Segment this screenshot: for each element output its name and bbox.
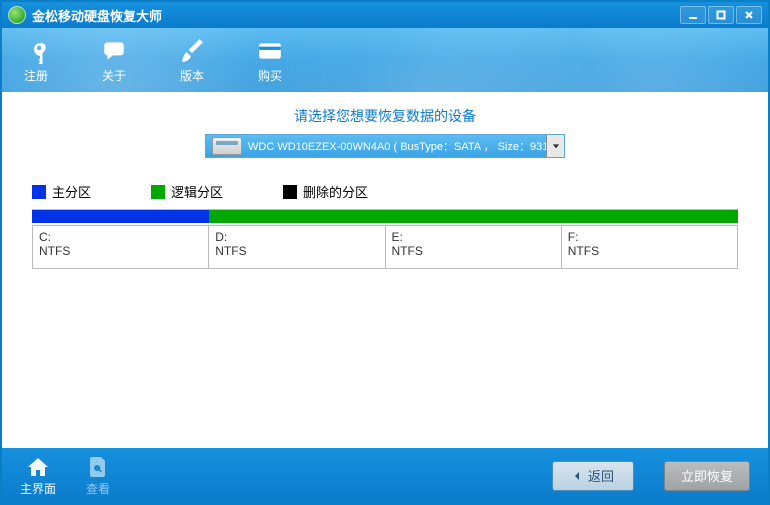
partition-seg-2[interactable]: [385, 210, 562, 223]
partition-legend: 主分区 逻辑分区 删除的分区: [2, 182, 768, 209]
partition-bar: [32, 209, 738, 223]
legend-logical-swatch: [151, 185, 165, 199]
partition-seg-3[interactable]: [562, 210, 739, 223]
dropdown-arrow-button[interactable]: [546, 135, 564, 157]
partition-fs: NTFS: [215, 244, 378, 258]
legend-primary-swatch: [32, 185, 46, 199]
register-button[interactable]: 注册: [22, 37, 50, 84]
partition-cell-3[interactable]: F: NTFS: [561, 226, 737, 268]
partition-fs: NTFS: [39, 244, 202, 258]
recover-button[interactable]: 立即恢复: [664, 461, 750, 491]
legend-deleted-label: 删除的分区: [303, 182, 368, 201]
app-window: 金松移动硬盘恢复大师 注册 关于 版本 购买 请选择您想要恢复数据的设备: [0, 0, 770, 505]
legend-logical-label: 逻辑分区: [171, 182, 223, 201]
partition-drive: E:: [392, 230, 555, 244]
partition-drive: C:: [39, 230, 202, 244]
about-label: 关于: [102, 67, 126, 84]
buy-label: 购买: [258, 67, 282, 84]
window-controls: [680, 6, 762, 24]
view-button: 查看: [86, 455, 110, 497]
device-selector-row: WDC WD10EZEX-00WN4A0 ( BusType：SATA ， Si…: [2, 134, 768, 158]
partition-cell-1[interactable]: D: NTFS: [208, 226, 384, 268]
home-button[interactable]: 主界面: [20, 455, 56, 497]
device-text: WDC WD10EZEX-00WN4A0 ( BusType：SATA ， Si…: [248, 138, 546, 154]
card-icon: [256, 37, 284, 65]
legend-deleted: 删除的分区: [283, 182, 368, 201]
partition-fs: NTFS: [392, 244, 555, 258]
partition-seg-1[interactable]: [209, 210, 386, 223]
key-icon: [22, 37, 50, 65]
buy-button[interactable]: 购买: [256, 37, 284, 84]
recover-label: 立即恢复: [681, 466, 733, 485]
partition-cell-0[interactable]: C: NTFS: [33, 226, 208, 268]
version-label: 版本: [180, 67, 204, 84]
partition-seg-0[interactable]: [32, 210, 209, 223]
prompt-text: 请选择您想要恢复数据的设备: [2, 106, 768, 126]
toolbar: 注册 关于 版本 购买: [2, 28, 768, 92]
titlebar: 金松移动硬盘恢复大师: [2, 2, 768, 28]
document-search-icon: [86, 455, 110, 479]
partition-fs: NTFS: [568, 244, 731, 258]
device-dropdown[interactable]: WDC WD10EZEX-00WN4A0 ( BusType：SATA ， Si…: [205, 134, 565, 158]
partition-cell-2[interactable]: E: NTFS: [385, 226, 561, 268]
back-button[interactable]: 返回: [552, 461, 634, 491]
maximize-button[interactable]: [708, 6, 734, 24]
partition-table: C: NTFS D: NTFS E: NTFS F: NTFS: [32, 225, 738, 269]
legend-primary-label: 主分区: [52, 182, 91, 201]
back-label: 返回: [588, 466, 614, 485]
legend-primary: 主分区: [32, 182, 91, 201]
app-logo-icon: [8, 6, 26, 24]
content-area: 请选择您想要恢复数据的设备 WDC WD10EZEX-00WN4A0 ( Bus…: [2, 92, 768, 448]
partition-drive: F:: [568, 230, 731, 244]
window-title: 金松移动硬盘恢复大师: [32, 6, 680, 25]
register-label: 注册: [24, 67, 48, 84]
legend-deleted-swatch: [283, 185, 297, 199]
footer: 主界面 查看 返回 立即恢复: [2, 448, 768, 503]
home-icon: [26, 455, 50, 479]
brush-icon: [178, 37, 206, 65]
version-button[interactable]: 版本: [178, 37, 206, 84]
view-label: 查看: [86, 480, 110, 497]
partition-drive: D:: [215, 230, 378, 244]
chevron-left-icon: [572, 471, 582, 481]
minimize-button[interactable]: [680, 6, 706, 24]
close-button[interactable]: [736, 6, 762, 24]
about-button[interactable]: 关于: [100, 37, 128, 84]
disk-icon: [212, 137, 242, 155]
chat-icon: [100, 37, 128, 65]
home-label: 主界面: [20, 480, 56, 497]
legend-logical: 逻辑分区: [151, 182, 223, 201]
